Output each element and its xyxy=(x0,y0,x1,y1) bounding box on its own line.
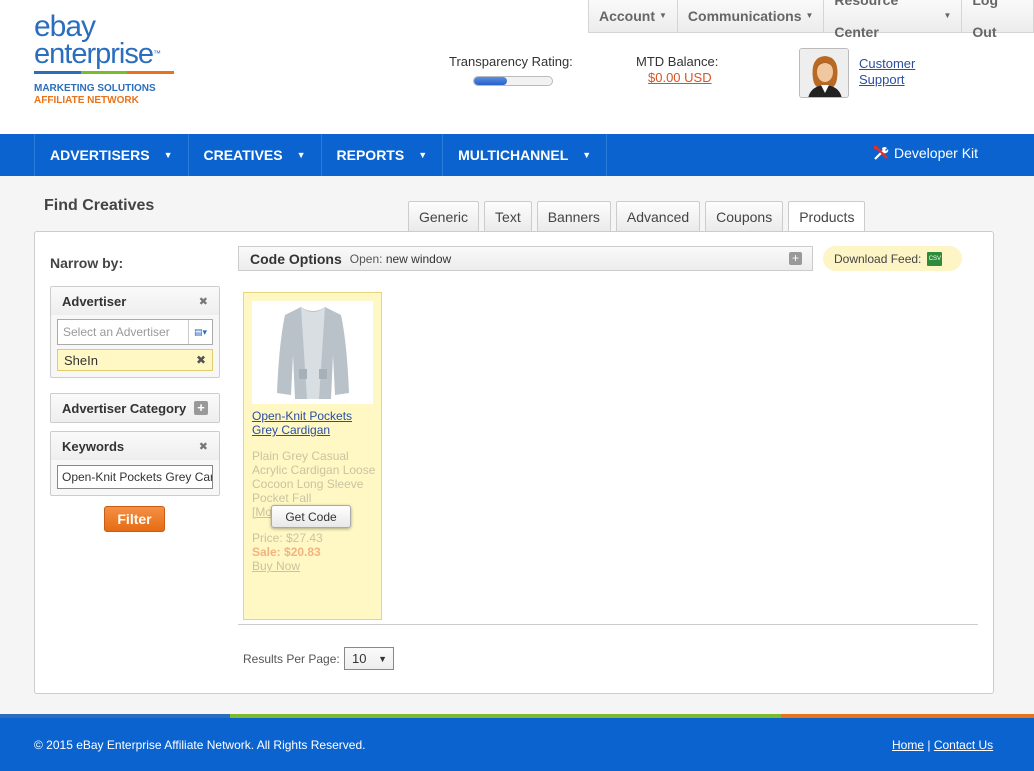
support-agent-icon xyxy=(800,49,848,97)
product-sale-price: Sale: $20.83 xyxy=(252,545,321,559)
narrow-by-label: Narrow by: xyxy=(50,255,124,271)
logo-line2: enterprise™ xyxy=(34,38,161,70)
logo-line1: ebay xyxy=(34,10,96,43)
nav-multichannel[interactable]: MULTICHANNEL ▼ xyxy=(443,134,608,176)
get-code-button[interactable]: Get Code xyxy=(271,505,351,528)
top-nav: Account ▼ Communications ▼ Resource Center… xyxy=(588,0,1034,40)
keywords-filter-header: Keywords ✖ xyxy=(51,432,219,460)
code-options-bar[interactable]: Code Options Open: new window + xyxy=(238,246,813,271)
topnav-log-out[interactable]: Log Out xyxy=(962,0,1033,40)
nav-advertisers[interactable]: ADVERTISERS ▼ xyxy=(35,134,189,176)
results-per-page-label: Results Per Page: xyxy=(243,652,340,666)
tools-icon xyxy=(874,146,889,160)
advertiser-category-header[interactable]: Advertiser Category + xyxy=(51,394,219,422)
home-link[interactable]: Home xyxy=(892,738,924,752)
nav-creatives[interactable]: CREATIVES ▼ xyxy=(189,134,322,176)
selected-advertiser-chip: SheIn ✖ xyxy=(57,349,213,371)
transparency-rating-fill xyxy=(474,77,507,85)
advertiser-category-filter: Advertiser Category + xyxy=(50,393,220,423)
contact-us-link[interactable]: Contact Us xyxy=(934,738,993,752)
cardigan-image xyxy=(276,306,349,399)
ebay-enterprise-logo[interactable]: ebay enterprise™ MARKETING SOLUTIONS AFF… xyxy=(34,10,184,107)
chevron-down-icon: ▼ xyxy=(805,11,814,20)
remove-icon[interactable]: ✖ xyxy=(196,353,206,367)
tab-coupons[interactable]: Coupons xyxy=(705,201,784,231)
list-dropdown-icon[interactable]: ▤▾ xyxy=(188,320,212,344)
product-description: Plain Grey Casual Acrylic Cardigan Loose… xyxy=(252,449,376,505)
close-icon[interactable]: ✖ xyxy=(199,295,208,308)
filter-button[interactable]: Filter xyxy=(104,506,165,532)
customer-support-link[interactable]: Customer Support xyxy=(859,56,915,88)
mtd-balance-value[interactable]: $0.00 USD xyxy=(648,70,712,85)
chevron-down-icon: ▼ xyxy=(582,150,592,160)
chevron-down-icon: ▼ xyxy=(418,150,428,160)
creative-tabs: Generic Text Banners Advanced Coupons Pr… xyxy=(408,201,866,232)
page-title: Find Creatives xyxy=(44,197,155,214)
tab-advanced[interactable]: Advanced xyxy=(615,201,701,231)
chevron-down-icon: ▼ xyxy=(659,11,667,20)
copyright-text: © 2015 eBay Enterprise Affiliate Network… xyxy=(34,738,366,752)
tab-banners[interactable]: Banners xyxy=(536,201,611,231)
results-per-page-select[interactable]: 10 ▼ xyxy=(344,647,394,670)
header: ebay enterprise™ MARKETING SOLUTIONS AFF… xyxy=(0,0,1034,134)
chevron-down-icon: ▼ xyxy=(943,11,952,20)
tab-text[interactable]: Text xyxy=(484,201,532,231)
code-options-open: Open: new window xyxy=(349,251,452,266)
chevron-down-icon: ▼ xyxy=(163,150,173,160)
transparency-rating-bar xyxy=(473,76,553,86)
developer-kit-link[interactable]: Developer Kit xyxy=(873,145,978,161)
expand-plus-icon[interactable]: + xyxy=(789,252,802,265)
keywords-filter: Keywords ✖ Open-Knit Pockets Grey Cardig… xyxy=(50,431,220,496)
csv-file-icon[interactable]: CSV xyxy=(927,251,943,266)
tab-products[interactable]: Products xyxy=(788,201,866,232)
nav-reports[interactable]: REPORTS ▼ xyxy=(322,134,444,176)
footer-links: Home | Contact Us xyxy=(892,738,994,752)
product-price: Price: $27.43 xyxy=(252,531,323,545)
mtd-balance-label: MTD Balance: xyxy=(636,54,719,69)
chevron-down-icon: ▼ xyxy=(378,653,387,664)
advertiser-filter: Advertiser ✖ Select an Advertiser ▤▾ She… xyxy=(50,286,220,378)
close-icon[interactable]: ✖ xyxy=(199,440,208,453)
product-card: Open-Knit Pockets Grey Cardigan Plain Gr… xyxy=(243,292,382,620)
topnav-communications[interactable]: Communications ▼ xyxy=(678,0,825,32)
code-options-title: Code Options xyxy=(250,250,342,267)
keywords-input[interactable]: Open-Knit Pockets Grey Cardigan xyxy=(57,465,213,489)
expand-plus-icon[interactable]: + xyxy=(194,401,208,415)
logo-sub1: MARKETING SOLUTIONS xyxy=(34,83,156,94)
product-image[interactable] xyxy=(252,301,373,404)
logo-color-bars xyxy=(34,71,175,74)
buy-now-link[interactable]: Buy Now xyxy=(252,559,300,573)
advertiser-filter-header: Advertiser ✖ xyxy=(51,287,219,315)
divider xyxy=(238,624,978,625)
product-title-link[interactable]: Open-Knit Pockets Grey Cardigan xyxy=(252,409,377,437)
topnav-account[interactable]: Account ▼ xyxy=(589,0,678,32)
transparency-rating-label: Transparency Rating: xyxy=(449,54,573,69)
product-more-link[interactable]: [Mo xyxy=(252,505,272,519)
logo-sub2: AFFILIATE NETWORK xyxy=(34,95,139,106)
support-avatar[interactable] xyxy=(799,48,849,98)
topnav-resource-center[interactable]: Resource Center ▼ xyxy=(824,0,963,40)
tab-generic[interactable]: Generic xyxy=(408,201,480,231)
advertiser-select-input[interactable]: Select an Advertiser ▤▾ xyxy=(57,319,213,345)
chevron-down-icon: ▼ xyxy=(296,150,306,160)
download-feed[interactable]: Download Feed: CSV xyxy=(823,246,962,271)
